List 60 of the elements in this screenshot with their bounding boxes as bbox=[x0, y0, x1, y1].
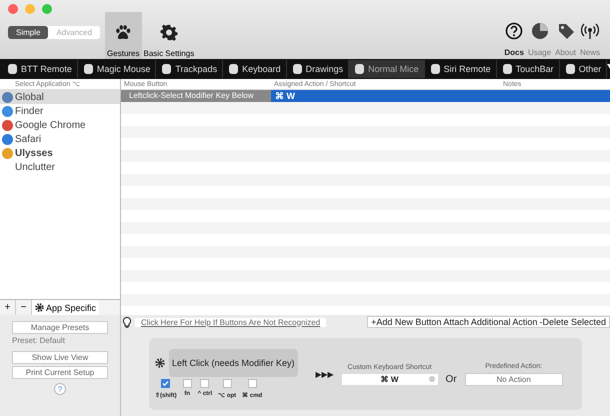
device-tab[interactable]: Siri Remote bbox=[424, 60, 497, 78]
modifier-checkbox[interactable] bbox=[161, 379, 170, 388]
device-icon bbox=[292, 63, 303, 75]
device-tab[interactable]: BTT Remote bbox=[2, 60, 78, 78]
app-list-item[interactable]: Finder bbox=[0, 104, 120, 118]
app-list-item[interactable]: Ulysses bbox=[0, 146, 120, 160]
minimize-button[interactable] bbox=[25, 4, 35, 14]
predefined-action-select[interactable]: No Action bbox=[464, 372, 563, 386]
table-row[interactable]: Leftclick-Select Modifier Key Below ⌘ W bbox=[121, 90, 610, 102]
arrows-icon: ▶▶▶ bbox=[316, 370, 334, 378]
mode-toggle[interactable]: Simple bbox=[8, 26, 48, 39]
or-label: Or bbox=[446, 374, 457, 384]
close-button[interactable] bbox=[8, 4, 18, 14]
preset-label: Preset: Default bbox=[11, 336, 65, 345]
trigger-label: Left Click (needs Modifier Key) bbox=[169, 349, 298, 377]
help-link[interactable]: Click Here For Help If Buttons Are Not Recognized bbox=[135, 318, 326, 326]
antenna-icon bbox=[580, 22, 599, 40]
device-icon bbox=[7, 63, 18, 75]
table-cell-text: ⌘ W bbox=[274, 91, 296, 101]
print-setup-button[interactable]: Print Current Setup bbox=[12, 366, 108, 379]
device-icon bbox=[564, 63, 576, 75]
app-list-item[interactable]: Google Chrome bbox=[0, 118, 120, 132]
zoom-button[interactable] bbox=[42, 4, 52, 14]
device-icon bbox=[430, 63, 441, 75]
action-link[interactable]: Attach Additional Action bbox=[442, 317, 538, 327]
app-list-item[interactable]: Unclutter bbox=[0, 160, 120, 174]
device-tab[interactable]: Normal Mice bbox=[349, 60, 425, 78]
table-cell: Leftclick-Select Modifier Key Below bbox=[121, 90, 271, 102]
app-list-item[interactable]: Safari bbox=[0, 132, 120, 146]
shortcut-field[interactable]: ⌘ W bbox=[342, 374, 438, 384]
gear-icon bbox=[35, 303, 44, 312]
live-view-button[interactable]: Show Live View bbox=[12, 351, 108, 364]
device-icon bbox=[228, 63, 240, 75]
toolbar-button[interactable]: Docs bbox=[502, 22, 526, 57]
modifier-checkbox[interactable] bbox=[182, 379, 192, 388]
gear-icon bbox=[155, 358, 165, 368]
app-list-item[interactable]: Global bbox=[0, 90, 120, 104]
manage-presets-button[interactable]: Manage Presets bbox=[12, 321, 108, 334]
device-tab[interactable]: TouchBar bbox=[496, 60, 560, 78]
help-icon bbox=[505, 22, 524, 40]
action-link[interactable]: +Add New Button bbox=[370, 317, 442, 327]
device-icon bbox=[82, 63, 94, 75]
app-specific-menu[interactable]: App Specific bbox=[32, 300, 100, 315]
device-tab[interactable]: Other bbox=[560, 60, 608, 78]
device-icon bbox=[354, 63, 366, 75]
tags-icon bbox=[556, 22, 575, 40]
toolbar-tab[interactable]: Gestures bbox=[105, 12, 142, 60]
pie-chart-icon bbox=[530, 22, 549, 40]
lightbulb-icon bbox=[123, 316, 131, 328]
device-icon bbox=[161, 63, 172, 75]
toolbar-tab[interactable]: Basic Settings bbox=[142, 12, 196, 60]
device-tab[interactable]: Trackpads bbox=[156, 60, 224, 78]
action-link[interactable]: -Delete Selected bbox=[538, 317, 607, 327]
device-tab[interactable]: Magic Mouse bbox=[78, 60, 156, 78]
gear-icon bbox=[160, 24, 178, 41]
modifier-checkbox[interactable] bbox=[222, 379, 232, 388]
modifier-checkbox[interactable] bbox=[200, 379, 210, 388]
device-tab[interactable]: Keyboard bbox=[223, 60, 287, 78]
device-icon bbox=[502, 63, 513, 75]
modifier-checkbox[interactable] bbox=[248, 379, 257, 388]
